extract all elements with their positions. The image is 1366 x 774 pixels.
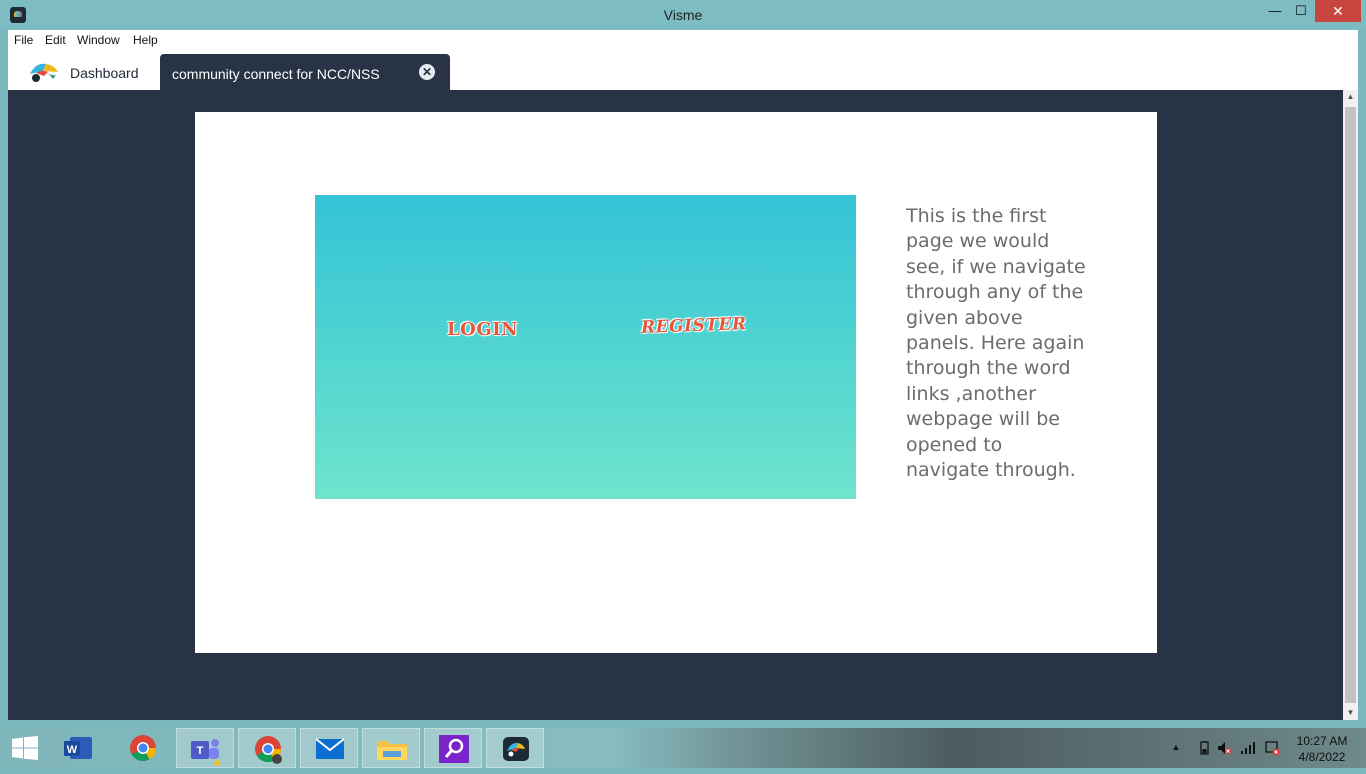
clock-time[interactable]: 10:27 AM	[1287, 734, 1357, 748]
notification-icon[interactable]	[1264, 740, 1280, 756]
clock-date[interactable]: 4/8/2022	[1287, 750, 1357, 764]
word-icon[interactable]: W	[52, 728, 110, 768]
mail-icon[interactable]	[300, 728, 358, 768]
window-title: Visme	[663, 7, 703, 23]
menu-help[interactable]: Help	[133, 33, 158, 47]
editor-canvas-area: LOGIN REGISTER This is the first page we…	[8, 90, 1343, 720]
tab-bar: Dashboard community connect for NCC/NSS …	[8, 52, 1358, 90]
slide: LOGIN REGISTER This is the first page we…	[195, 112, 1157, 653]
scroll-down-icon[interactable]: ▼	[1343, 706, 1358, 720]
vertical-scrollbar[interactable]: ▲ ▼	[1343, 90, 1358, 720]
taskbar: W T ▲ 10:27 AM 4/8/2022	[0, 728, 1366, 768]
wifi-icon[interactable]	[1240, 740, 1256, 756]
svg-text:W: W	[67, 744, 78, 756]
maximize-button[interactable]: ☐	[1286, 0, 1316, 22]
volume-muted-icon[interactable]	[1216, 740, 1232, 756]
chrome-icon[interactable]	[114, 728, 172, 768]
title-bar: Visme — ☐ ✕	[0, 0, 1366, 30]
menu-window[interactable]: Window	[77, 33, 120, 47]
visme-icon[interactable]	[486, 728, 544, 768]
menu-bar: File Edit Window Help	[8, 30, 1358, 52]
menu-edit[interactable]: Edit	[45, 33, 66, 47]
search-app-icon[interactable]	[424, 728, 482, 768]
svg-text:T: T	[197, 745, 204, 757]
hero-banner: LOGIN REGISTER	[315, 195, 856, 499]
register-link[interactable]: REGISTER	[641, 314, 747, 338]
scroll-up-icon[interactable]: ▲	[1343, 90, 1358, 104]
battery-icon[interactable]	[1196, 740, 1212, 756]
login-link[interactable]: LOGIN	[447, 319, 518, 340]
show-hidden-icons[interactable]: ▲	[1168, 742, 1184, 758]
menu-file[interactable]: File	[14, 33, 33, 47]
tab-dashboard-label: Dashboard	[70, 65, 139, 81]
tab-community-connect[interactable]: community connect for NCC/NSS ✕	[160, 54, 450, 90]
file-explorer-icon[interactable]	[362, 728, 420, 768]
tab-active-label: community connect for NCC/NSS	[172, 66, 380, 82]
scroll-thumb[interactable]	[1345, 107, 1356, 703]
windows-start-icon[interactable]	[12, 736, 38, 760]
visme-logo-icon	[30, 63, 58, 82]
tab-close-icon[interactable]: ✕	[419, 64, 435, 80]
tab-dashboard[interactable]: Dashboard	[18, 54, 158, 90]
chrome-profile-icon[interactable]	[238, 728, 296, 768]
slide-description: This is the first page we would see, if …	[906, 205, 1086, 482]
teams-icon[interactable]: T	[176, 728, 234, 768]
close-window-button[interactable]: ✕	[1315, 0, 1361, 22]
